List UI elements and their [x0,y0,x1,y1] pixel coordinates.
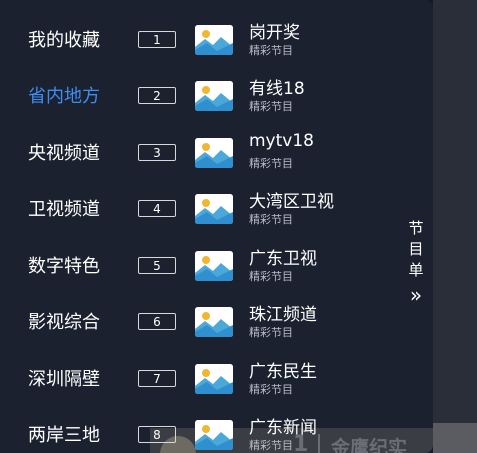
channel-name: 广东卫视 [249,249,317,269]
channel-row[interactable]: 2 有线18 精彩节目 [138,79,388,124]
channel-row[interactable]: 4 大湾区卫视 精彩节目 [138,192,388,237]
channel-row[interactable]: 8 广东新闻 精彩节目 [138,418,388,453]
channel-row[interactable]: 7 广东民生 精彩节目 [138,362,388,407]
background-video-bottom [433,423,477,453]
channel-number: 4 [138,200,176,217]
category-digital[interactable]: 数字特色 [28,252,100,278]
image-placeholder-icon [195,307,233,337]
channel-program: 精彩节目 [249,439,293,452]
channel-name: 广东新闻 [249,418,317,438]
channel-program: 精彩节目 [249,100,293,113]
channel-program: 精彩节目 [249,383,293,396]
background-video-area [433,0,477,453]
channel-row[interactable]: 6 珠江频道 精彩节目 [138,305,388,350]
category-film-tv[interactable]: 影视综合 [28,308,100,334]
image-placeholder-icon [195,81,233,111]
channel-number: 1 [138,31,176,48]
channel-number: 6 [138,313,176,330]
category-shenzhen-nearby[interactable]: 深圳隔壁 [28,365,100,391]
channel-number: 8 [138,426,176,443]
category-satellite[interactable]: 卫视频道 [28,195,100,221]
image-placeholder-icon [195,138,233,168]
image-placeholder-icon [195,420,233,450]
channel-row[interactable]: 1 岗开奖 精彩节目 [138,23,388,68]
image-placeholder-icon [195,194,233,224]
category-provincial[interactable]: 省内地方 [28,82,100,108]
channel-name: 大湾区卫视 [249,192,334,212]
channel-name: 珠江频道 [249,305,317,325]
channel-row[interactable]: 3 mytv18 精彩节目 [138,131,388,181]
channel-list-panel: 我的收藏 省内地方 央视频道 卫视频道 数字特色 影视综合 深圳隔壁 两岸三地 … [0,0,433,453]
epg-toggle-button[interactable]: 节 目 单 » [402,218,430,305]
channel-row[interactable]: 5 广东卫视 精彩节目 [138,249,388,294]
category-favorites[interactable]: 我的收藏 [28,26,100,52]
image-placeholder-icon [195,251,233,281]
channel-name: mytv18 [249,131,314,151]
channel-name: 广东民生 [249,362,317,382]
channel-number: 7 [138,370,176,387]
channel-program: 精彩节目 [249,213,293,226]
epg-label-char: 单 [408,261,424,279]
channel-number: 2 [138,87,176,104]
epg-label-char: 节 [408,219,424,237]
channel-program: 精彩节目 [249,270,293,283]
channel-program: 精彩节目 [249,44,293,57]
category-cross-strait[interactable]: 两岸三地 [28,421,100,447]
image-placeholder-icon [195,25,233,55]
channel-program: 精彩节目 [249,326,293,339]
channel-name: 岗开奖 [249,23,300,43]
channel-program: 精彩节目 [249,157,293,170]
channel-number: 3 [138,144,176,161]
double-chevron-right-icon: » [409,283,423,307]
image-placeholder-icon [195,364,233,394]
channel-name: 有线18 [249,79,305,99]
epg-label-char: 目 [408,240,424,258]
channel-number: 5 [138,257,176,274]
category-cctv[interactable]: 央视频道 [28,139,100,165]
